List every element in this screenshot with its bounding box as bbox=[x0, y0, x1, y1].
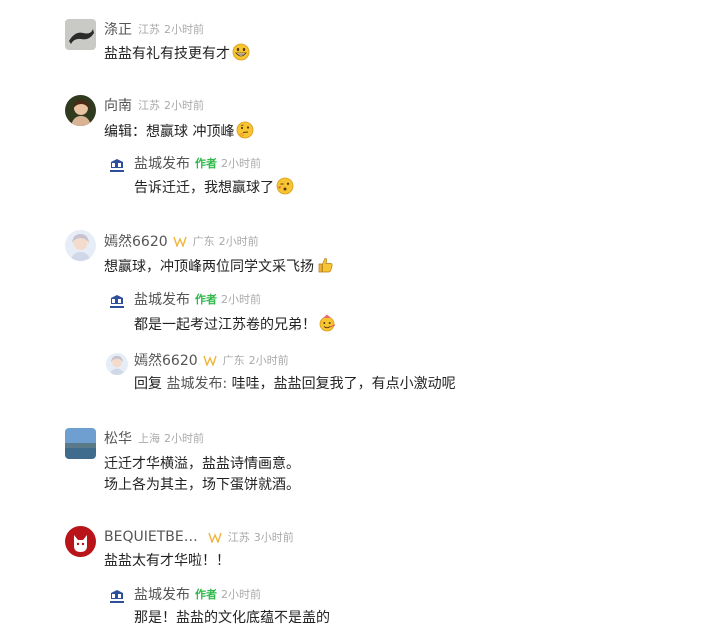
user-name[interactable]: 盐城发布 bbox=[134, 289, 190, 309]
avatar[interactable] bbox=[65, 526, 96, 557]
avatar[interactable] bbox=[107, 292, 127, 312]
avatar[interactable] bbox=[107, 156, 127, 176]
avatar[interactable] bbox=[106, 353, 128, 375]
author-badge: 作者 bbox=[195, 588, 217, 601]
avatar[interactable] bbox=[65, 428, 96, 459]
winking-kiss-face-icon bbox=[276, 177, 294, 195]
avatar[interactable] bbox=[107, 587, 127, 607]
user-name[interactable]: BEQUIETBE… bbox=[104, 529, 198, 545]
location: 江苏 bbox=[138, 99, 160, 112]
avatar[interactable] bbox=[65, 19, 96, 50]
comment-body-line: 迁迁才华横溢，盐盐诗情画意。 bbox=[104, 456, 300, 472]
comment-header: 松华 上海 2小时前 bbox=[104, 428, 204, 448]
comment-header: BEQUIETBE… 江苏 3小时前 bbox=[104, 527, 294, 547]
reply-text: 都是一起考过江苏卷的兄弟！ bbox=[134, 314, 336, 335]
reply-body: 那是！盐盐的文化底蕴不是盖的 bbox=[134, 610, 330, 626]
comment-header: 向南 江苏 2小时前 bbox=[104, 95, 204, 115]
timestamp: 2小时前 bbox=[248, 354, 289, 367]
reply-text: 回复 盐城发布: 哇哇，盐盐回复我了，有点小激动呢 bbox=[134, 374, 456, 394]
comment-body: 编辑：想赢球 冲顶峰 bbox=[104, 124, 235, 140]
comment-body: 想赢球，冲顶峰两位同学文采飞扬 bbox=[104, 259, 314, 275]
timestamp: 2小时前 bbox=[221, 588, 261, 601]
reply-header: 盐城发布 作者 2小时前 bbox=[134, 289, 261, 309]
comment-text: 编辑：想赢球 冲顶峰 bbox=[104, 121, 254, 142]
reply-body: 哇哇，盐盐回复我了，有点小激动呢 bbox=[227, 376, 456, 392]
reply-text: 告诉迁迁，我想赢球了 bbox=[134, 177, 294, 198]
user-name[interactable]: 涤正 bbox=[104, 19, 132, 39]
reply-to-user[interactable]: 盐城发布: bbox=[166, 376, 227, 392]
vip-badge-icon bbox=[172, 236, 187, 247]
comment-text: 场上各为其主，场下蛋饼就酒。 bbox=[104, 475, 300, 495]
reply-text: 那是！盐盐的文化底蕴不是盖的 bbox=[134, 608, 330, 628]
comment-body: 盐盐太有才华啦！！ bbox=[104, 553, 230, 569]
timestamp: 2小时前 bbox=[221, 293, 261, 306]
comment-text: 迁迁才华横溢，盐盐诗情画意。 bbox=[104, 454, 300, 474]
timestamp: 2小时前 bbox=[218, 235, 259, 248]
comment-body-line: 场上各为其主，场下蛋饼就酒。 bbox=[104, 477, 300, 493]
reply-header: 盐城发布 作者 2小时前 bbox=[134, 584, 261, 604]
user-name[interactable]: 嫣然6620 bbox=[104, 231, 168, 251]
comment-body: 盐盐有礼有技更有才 bbox=[104, 46, 230, 62]
thumbs-up-icon bbox=[318, 258, 333, 273]
vip-badge-icon bbox=[202, 355, 217, 366]
vip-badge-icon bbox=[208, 532, 222, 543]
timestamp: 2小时前 bbox=[164, 432, 204, 445]
user-name[interactable]: 盐城发布 bbox=[134, 584, 190, 604]
location: 江苏 bbox=[227, 531, 250, 544]
reply-prefix: 回复 bbox=[134, 376, 167, 392]
timestamp: 3小时前 bbox=[253, 531, 294, 544]
comment-header: 涤正 江苏 2小时前 bbox=[104, 19, 204, 39]
location: 广东 bbox=[192, 235, 215, 248]
timestamp: 2小时前 bbox=[164, 99, 204, 112]
author-badge: 作者 bbox=[195, 157, 217, 170]
reply-header: 盐城发布 作者 2小时前 bbox=[134, 153, 261, 173]
grinning-face-icon bbox=[232, 43, 250, 61]
location: 上海 bbox=[138, 432, 160, 445]
timestamp: 2小时前 bbox=[221, 157, 261, 170]
user-name[interactable]: 松华 bbox=[104, 428, 132, 448]
avatar[interactable] bbox=[65, 230, 96, 261]
user-name[interactable]: 盐城发布 bbox=[134, 153, 190, 173]
thinking-face-icon bbox=[237, 121, 254, 139]
user-name[interactable]: 嫣然6620 bbox=[134, 350, 198, 370]
reply-body: 都是一起考过江苏卷的兄弟！ bbox=[134, 317, 316, 333]
user-name[interactable]: 向南 bbox=[104, 95, 132, 115]
comment-header: 嫣然6620 广东 2小时前 bbox=[104, 231, 259, 251]
location: 江苏 bbox=[138, 23, 160, 36]
comment-text: 想赢球，冲顶峰两位同学文采飞扬 bbox=[104, 256, 334, 277]
reply-body: 告诉迁迁，我想赢球了 bbox=[134, 180, 274, 196]
avatar[interactable] bbox=[65, 95, 96, 126]
comment-text: 盐盐有礼有技更有才 bbox=[104, 43, 250, 64]
author-badge: 作者 bbox=[195, 293, 217, 306]
location: 广东 bbox=[222, 354, 245, 367]
party-face-icon bbox=[319, 314, 336, 332]
reply-header: 嫣然6620 广东 2小时前 bbox=[134, 350, 289, 370]
comment-text: 盐盐太有才华啦！！ bbox=[104, 551, 230, 571]
timestamp: 2小时前 bbox=[164, 23, 204, 36]
